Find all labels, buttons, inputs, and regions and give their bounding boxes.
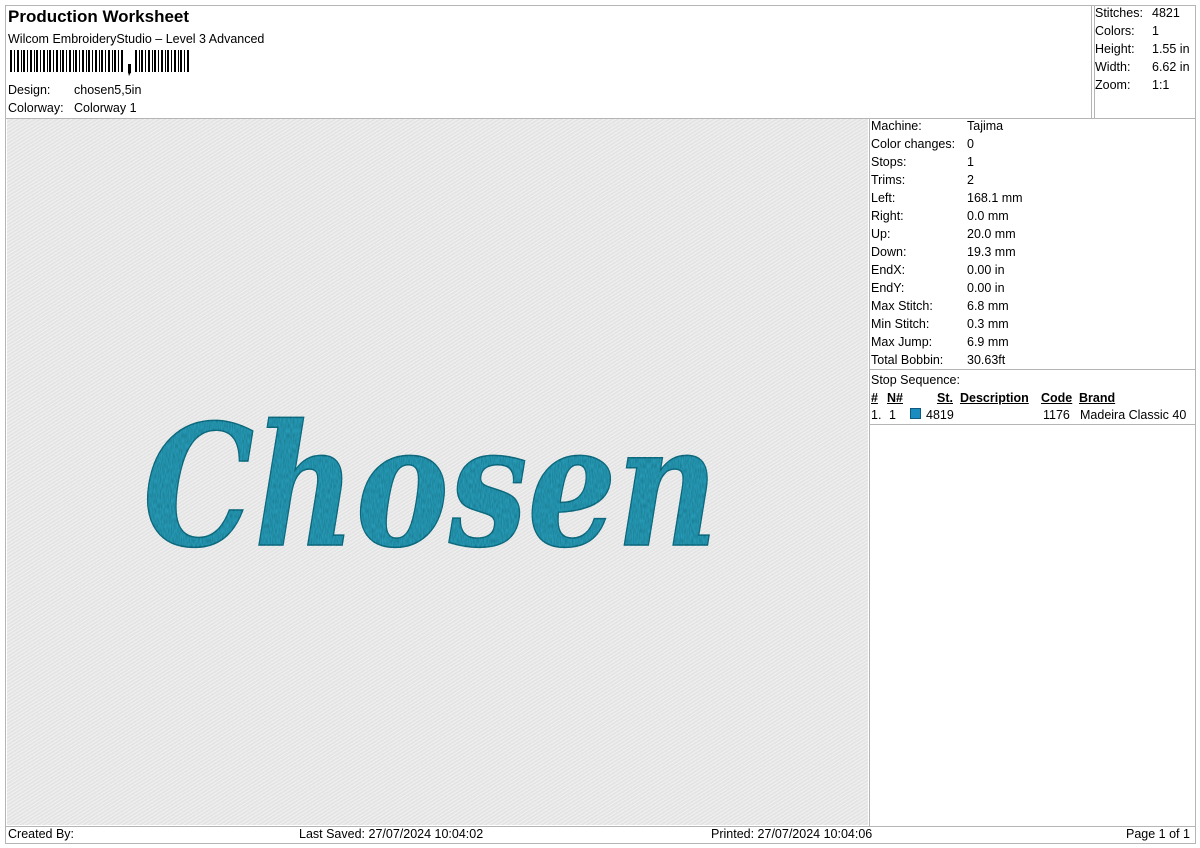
detail-label-color-changes: Color changes: bbox=[871, 137, 956, 151]
summary-colors-value: 1 bbox=[1152, 24, 1159, 38]
summary-height-label: Height: bbox=[1095, 42, 1135, 56]
detail-label-min-stitch: Min Stitch: bbox=[871, 317, 930, 331]
summary-colors-label: Colors: bbox=[1095, 24, 1135, 38]
colorway-value: Colorway 1 bbox=[74, 101, 137, 115]
footer-printed: Printed: 27/07/2024 10:04:06 bbox=[711, 827, 873, 841]
detail-value-endy: 0.00 in bbox=[967, 281, 1005, 295]
column-header-description: Description bbox=[960, 391, 1029, 405]
detail-value-up: 20.0 mm bbox=[967, 227, 1016, 241]
detail-label-endx: EndX: bbox=[871, 263, 906, 277]
stop-row-n: 1 bbox=[889, 408, 896, 422]
detail-value-max-jump: 6.9 mm bbox=[967, 335, 1009, 349]
detail-value-stops: 1 bbox=[967, 155, 974, 169]
footer-page: Page 1 of 1 bbox=[1126, 827, 1190, 841]
summary-stitches-value: 4821 bbox=[1152, 6, 1180, 20]
footer-frame bbox=[5, 826, 1196, 844]
design-label: Design: bbox=[8, 83, 51, 97]
detail-label-max-jump: Max Jump: bbox=[871, 335, 933, 349]
detail-label-machine: Machine: bbox=[871, 119, 922, 133]
summary-stitches-label: Stitches: bbox=[1095, 6, 1143, 20]
summary-height-value: 1.55 in bbox=[1152, 42, 1190, 56]
detail-label-left: Left: bbox=[871, 191, 896, 205]
thread-color-swatch bbox=[910, 408, 921, 419]
detail-value-total-bobbin: 30.63ft bbox=[967, 353, 1006, 367]
detail-label-endy: EndY: bbox=[871, 281, 905, 295]
detail-value-max-stitch: 6.8 mm bbox=[967, 299, 1009, 313]
detail-label-trims: Trims: bbox=[871, 173, 906, 187]
footer-last-saved: Last Saved: 27/07/2024 10:04:02 bbox=[299, 827, 484, 841]
design-value: chosen5,5in bbox=[74, 83, 142, 97]
detail-value-color-changes: 0 bbox=[967, 137, 974, 151]
summary-zoom-label: Zoom: bbox=[1095, 78, 1131, 92]
footer-created-by: Created By: bbox=[8, 827, 75, 841]
stop-row-code: 1176 bbox=[1043, 408, 1070, 422]
summary-width-label: Width: bbox=[1095, 60, 1131, 74]
column-header-stitches: St. bbox=[937, 391, 953, 405]
software-name: Wilcom EmbroideryStudio – Level 3 Advanc… bbox=[8, 32, 265, 46]
detail-value-right: 0.0 mm bbox=[967, 209, 1009, 223]
detail-label-total-bobbin: Total Bobbin: bbox=[871, 353, 944, 367]
stop-row-stitches: 4819 bbox=[926, 408, 954, 422]
barcode bbox=[10, 50, 189, 76]
detail-label-stops: Stops: bbox=[871, 155, 907, 169]
design-preview: Chosen bbox=[7, 119, 868, 825]
stop-row-brand: Madeira Classic 40 bbox=[1080, 408, 1187, 422]
column-header-n: N# bbox=[887, 391, 903, 405]
detail-value-endx: 0.00 in bbox=[967, 263, 1005, 277]
detail-value-trims: 2 bbox=[967, 173, 974, 187]
detail-value-left: 168.1 mm bbox=[967, 191, 1023, 205]
detail-value-down: 19.3 mm bbox=[967, 245, 1016, 259]
detail-label-max-stitch: Max Stitch: bbox=[871, 299, 933, 313]
stop-sequence-title: Stop Sequence: bbox=[871, 373, 960, 387]
worksheet: Production Worksheet Wilcom EmbroiderySt… bbox=[0, 0, 1200, 848]
empty-panel-frame bbox=[869, 424, 1196, 827]
column-header-brand: Brand bbox=[1079, 391, 1116, 405]
detail-label-right: Right: bbox=[871, 209, 904, 223]
detail-label-up: Up: bbox=[871, 227, 891, 241]
stop-row-index: 1. bbox=[871, 408, 882, 422]
column-header-index: # bbox=[871, 391, 878, 405]
page-title: Production Worksheet bbox=[8, 7, 190, 26]
embroidery-design: Chosen bbox=[142, 386, 719, 586]
summary-width-value: 6.62 in bbox=[1152, 60, 1190, 74]
summary-zoom-value: 1:1 bbox=[1152, 78, 1170, 92]
colorway-label: Colorway: bbox=[8, 101, 64, 115]
column-header-code: Code bbox=[1041, 391, 1073, 405]
detail-label-down: Down: bbox=[871, 245, 907, 259]
detail-value-machine: Tajima bbox=[967, 119, 1004, 133]
detail-value-min-stitch: 0.3 mm bbox=[967, 317, 1009, 331]
design-lettering: Chosen bbox=[143, 387, 718, 585]
